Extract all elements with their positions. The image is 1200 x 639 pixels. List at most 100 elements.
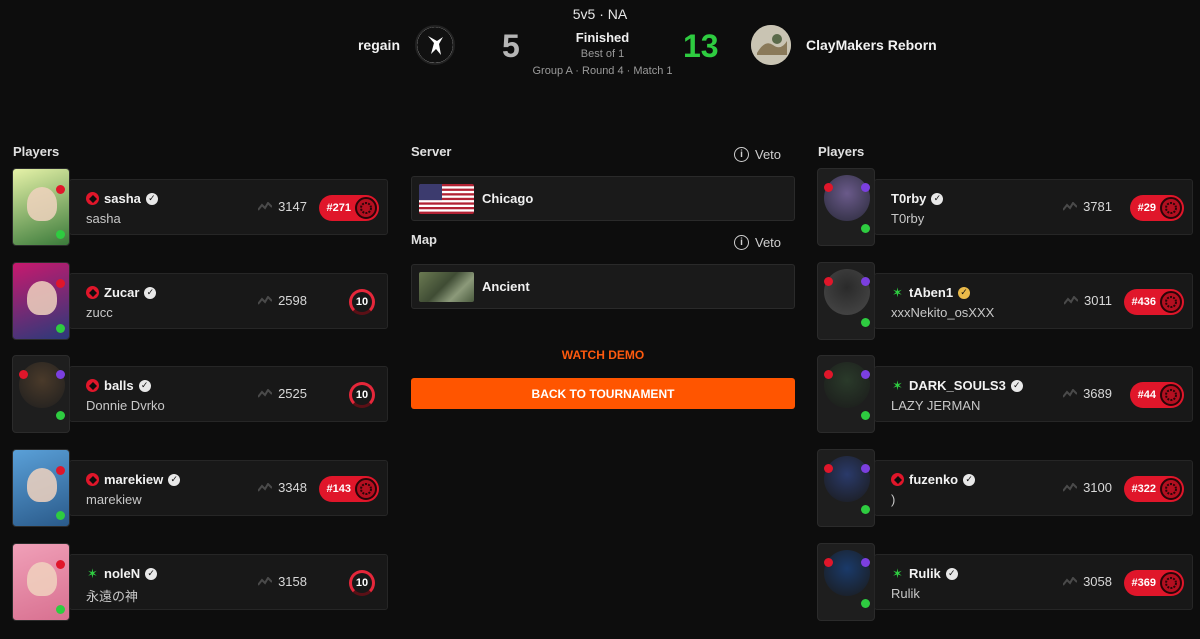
player-nickname[interactable]: noleN <box>104 566 140 581</box>
faceit-badge-icon <box>824 558 833 567</box>
rank-dial-icon <box>1160 572 1182 594</box>
player-realname: Rulik <box>891 586 920 601</box>
team-left-logo[interactable] <box>415 25 455 65</box>
player-avatar[interactable] <box>12 543 70 621</box>
player-info[interactable]: marekiew ✓ marekiew 3348 #143 <box>69 460 388 516</box>
verified-icon: ✓ <box>945 567 958 580</box>
player-nickname[interactable]: Zucar <box>104 285 139 300</box>
level-value: 10 <box>355 577 369 589</box>
shield-icon <box>56 511 65 520</box>
team-right-logo[interactable] <box>751 25 791 65</box>
player-card[interactable]: ✶ Rulik ✓ Rulik 3058 #369 <box>817 543 1193 621</box>
player-avatar[interactable] <box>817 262 875 340</box>
player-realname: zucc <box>86 305 113 320</box>
player-card[interactable]: ✶ tAben1 ✓ xxxNekito_osXXX 3011 #436 <box>817 262 1193 340</box>
rank-value: #369 <box>1131 577 1156 589</box>
elo: 3100 <box>1063 480 1112 495</box>
level-ring-icon <box>861 558 870 567</box>
rank-badge: #44 <box>1129 382 1184 408</box>
player-info[interactable]: ✶ tAben1 ✓ xxxNekito_osXXX 3011 #436 <box>874 273 1193 329</box>
map-veto-button[interactable]: i Veto <box>734 235 781 250</box>
player-avatar[interactable] <box>12 262 70 340</box>
player-card[interactable]: ✶ noleN ✓ 永遠の神 3158 10 <box>12 543 388 621</box>
star-icon: ✶ <box>892 377 903 393</box>
player-realname: Donnie Dvrko <box>86 398 165 413</box>
match-mode: 5v5 · NA <box>572 6 628 22</box>
player-card[interactable]: T0rby ✓ T0rby 3781 #29 <box>817 168 1193 246</box>
player-card[interactable]: sasha ✓ sasha 3147 #271 <box>12 168 388 246</box>
trend-icon <box>258 388 273 398</box>
rank-value: #143 <box>326 483 351 495</box>
verified-icon: ✓ <box>931 192 944 205</box>
elo: 3158 <box>258 574 307 589</box>
player-nickname[interactable]: tAben1 <box>909 285 953 300</box>
level-value: 10 <box>355 296 369 308</box>
us-flag-icon <box>419 183 474 214</box>
elo: 3058 <box>1063 574 1112 589</box>
verified-icon: ✓ <box>958 286 971 299</box>
player-info[interactable]: T0rby ✓ T0rby 3781 #29 <box>874 179 1193 235</box>
back-to-tournament-button[interactable]: BACK TO TOURNAMENT <box>411 378 795 409</box>
verified-icon: ✓ <box>1010 379 1023 392</box>
player-realname: LAZY JERMAN <box>891 398 981 413</box>
player-info[interactable]: balls ✓ Donnie Dvrko 2525 10 <box>69 366 388 422</box>
player-nickname[interactable]: DARK_SOULS3 <box>909 378 1006 393</box>
elo: 3689 <box>1063 386 1112 401</box>
player-avatar[interactable] <box>817 449 875 527</box>
shield-icon <box>56 324 65 333</box>
elo-value: 3058 <box>1083 574 1112 589</box>
team-left-name[interactable]: regain <box>358 37 400 53</box>
player-info[interactable]: fuzenko ✓ ) 3100 #322 <box>874 460 1193 516</box>
claymakers-logo-icon <box>751 25 791 65</box>
rank-badge: #436 <box>1123 289 1184 315</box>
elo-value: 2525 <box>278 386 307 401</box>
faceit-badge-icon <box>824 464 833 473</box>
player-card[interactable]: ✶ DARK_SOULS3 ✓ LAZY JERMAN 3689 #44 <box>817 355 1193 433</box>
player-nickname[interactable]: T0rby <box>891 191 926 206</box>
player-nickname[interactable]: balls <box>104 378 134 393</box>
player-nickname[interactable]: sasha <box>104 191 141 206</box>
player-card[interactable]: fuzenko ✓ ) 3100 #322 <box>817 449 1193 527</box>
rank-value: #322 <box>1131 483 1156 495</box>
player-info[interactable]: Zucar ✓ zucc 2598 10 <box>69 273 388 329</box>
elo: 2598 <box>258 293 307 308</box>
match-round: Group A · Round 4 · Match 1 <box>532 65 673 77</box>
player-info[interactable]: ✶ Rulik ✓ Rulik 3058 #369 <box>874 554 1193 610</box>
match-best-of: Best of 1 <box>580 48 625 60</box>
player-info[interactable]: ✶ noleN ✓ 永遠の神 3158 10 <box>69 554 388 610</box>
elo-value: 3348 <box>278 480 307 495</box>
server-pick: Chicago <box>411 176 795 221</box>
player-card[interactable]: marekiew ✓ marekiew 3348 #143 <box>12 449 388 527</box>
level-ring-icon <box>861 277 870 286</box>
team-right-name[interactable]: ClayMakers Reborn <box>806 37 937 53</box>
player-avatar[interactable] <box>12 355 70 433</box>
player-avatar[interactable] <box>817 543 875 621</box>
elo-value: 3147 <box>278 199 307 214</box>
info-icon: i <box>734 147 749 162</box>
faceit-icon <box>86 286 99 299</box>
faceit-badge-icon <box>56 279 65 288</box>
player-info[interactable]: sasha ✓ sasha 3147 #271 <box>69 179 388 235</box>
trend-icon <box>1063 482 1078 492</box>
player-avatar[interactable] <box>817 355 875 433</box>
watch-demo-link[interactable]: WATCH DEMO <box>411 348 795 362</box>
level-badge: 10 <box>349 382 375 408</box>
player-avatar[interactable] <box>817 168 875 246</box>
rank-dial-icon <box>355 197 377 219</box>
player-card[interactable]: balls ✓ Donnie Dvrko 2525 10 <box>12 355 388 433</box>
player-nickname[interactable]: fuzenko <box>909 472 958 487</box>
player-card[interactable]: Zucar ✓ zucc 2598 10 <box>12 262 388 340</box>
rank-value: #29 <box>1137 202 1156 214</box>
player-avatar[interactable] <box>12 449 70 527</box>
server-veto-button[interactable]: i Veto <box>734 147 781 162</box>
star-icon: ✶ <box>892 565 903 581</box>
verified-icon: ✓ <box>144 286 157 299</box>
player-avatar[interactable] <box>12 168 70 246</box>
player-nickname[interactable]: marekiew <box>104 472 163 487</box>
rank-dial-icon <box>1160 478 1182 500</box>
elo: 3781 <box>1063 199 1112 214</box>
server-value: Chicago <box>482 191 534 206</box>
level-value: 10 <box>355 389 369 401</box>
player-nickname[interactable]: Rulik <box>909 566 941 581</box>
player-info[interactable]: ✶ DARK_SOULS3 ✓ LAZY JERMAN 3689 #44 <box>874 366 1193 422</box>
